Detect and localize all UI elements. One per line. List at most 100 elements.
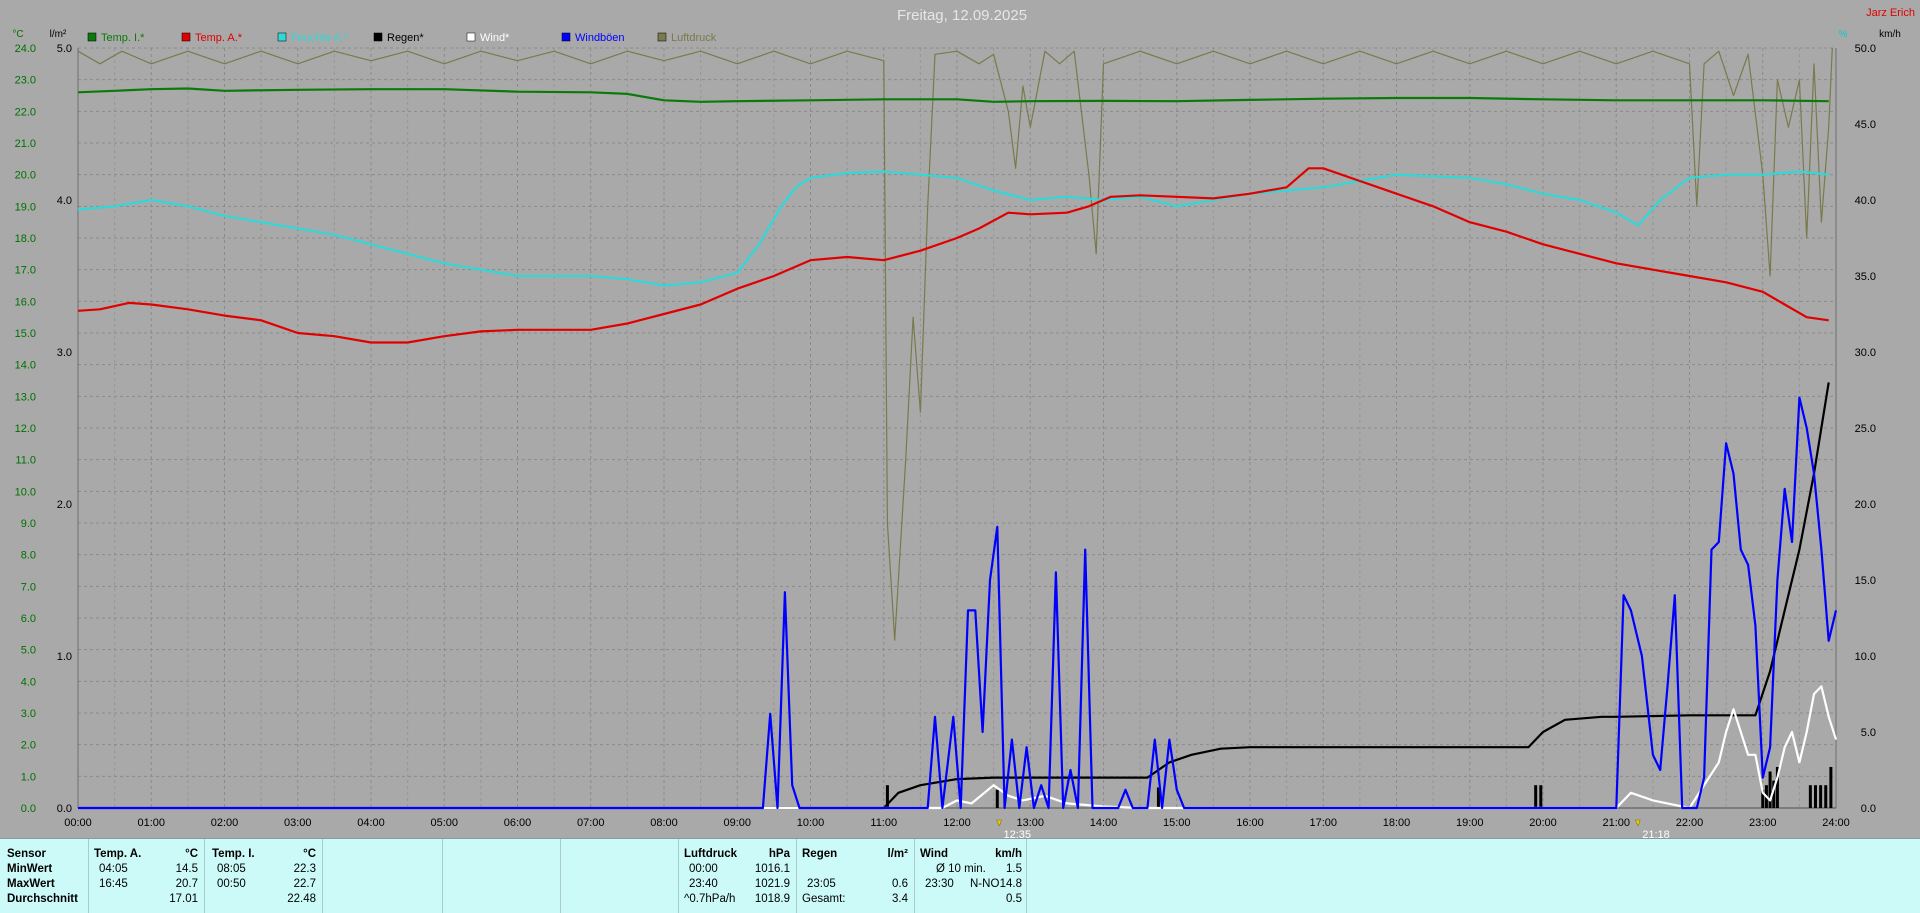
temp-tick-label: 22.0 [15, 106, 36, 118]
stats-wind-avg10: 1.5 [1006, 863, 1022, 875]
legend-swatch [466, 32, 476, 42]
author-label: Jarz Erich [1866, 7, 1915, 19]
marker-label: 21:18 [1642, 829, 1670, 838]
stats-col-temp-outside: Temp. A. °C 04:05 14.5 16:45 20.7 17.01 [88, 839, 205, 913]
legend-swatch [657, 32, 667, 42]
stats-rain-max-time: 23:05 [807, 878, 836, 890]
humidity-axis-unit: % [1839, 29, 1848, 40]
stats-pressure-max-time: 23:40 [689, 878, 718, 890]
x-tick-label: 17:00 [1309, 817, 1337, 829]
stats-pressure-min: 1016.1 [754, 863, 790, 875]
legend-swatch [87, 32, 97, 42]
wind-tick-label: 30.0 [1855, 347, 1876, 359]
rain-bar [1539, 785, 1543, 808]
legend-label: Temp. A.* [195, 32, 243, 44]
x-tick-label: 10:00 [797, 817, 825, 829]
wind-tick-label: 40.0 [1855, 195, 1876, 207]
stats-rain-header: Regen [802, 848, 838, 860]
x-tick-label: 01:00 [137, 817, 165, 829]
stats-panel: Sensor MinWert MaxWert Durchschnitt Temp… [0, 838, 1920, 913]
temp-tick-label: 8.0 [21, 550, 36, 562]
legend-swatch [277, 32, 287, 42]
marker-label: 12:35 [1003, 829, 1031, 838]
stats-temp-inside-min-time: 08:05 [217, 863, 246, 875]
stats-rain-total-label: Gesamt: [802, 893, 846, 905]
stats-pressure-header: Luftdruck [684, 848, 738, 860]
stats-temp-outside-avg: 17.01 [169, 893, 198, 905]
temp-tick-label: 9.0 [21, 518, 36, 530]
temp-tick-label: 5.0 [21, 645, 36, 657]
temp-tick-label: 16.0 [15, 296, 36, 308]
stats-wind-max: 14.8 [999, 878, 1022, 890]
x-tick-label: 02:00 [211, 817, 239, 829]
temp-tick-label: 1.0 [21, 771, 36, 783]
x-tick-label: 15:00 [1163, 817, 1191, 829]
wind-tick-label: 50.0 [1855, 43, 1876, 55]
x-tick-label: 14:00 [1090, 817, 1118, 829]
temp-tick-label: 13.0 [15, 391, 36, 403]
temp-tick-label: 17.0 [15, 265, 36, 277]
legend-label: Windböen [575, 32, 625, 44]
x-tick-label: 22:00 [1676, 817, 1704, 829]
wind-tick-label: 45.0 [1855, 119, 1876, 131]
x-tick-label: 03:00 [284, 817, 312, 829]
stats-row-min: MinWert [7, 863, 53, 875]
rain-bar [1824, 785, 1828, 808]
stats-row-avg: Durchschnitt [7, 893, 78, 905]
stats-temp-inside-max-time: 00:50 [217, 878, 246, 890]
legend-label: Wind* [480, 32, 510, 44]
stats-temp-outside-unit: °C [185, 848, 198, 860]
x-tick-label: 24:00 [1822, 817, 1850, 829]
x-tick-label: 07:00 [577, 817, 605, 829]
x-tick-label: 00:00 [64, 817, 92, 829]
chart-title: Freitag, 12.09.2025 [897, 7, 1027, 24]
x-tick-label: 18:00 [1383, 817, 1411, 829]
wind-axis-unit: km/h [1879, 29, 1901, 40]
stats-rain-unit: l/m² [887, 848, 908, 860]
x-tick-label: 05:00 [430, 817, 458, 829]
stats-wind-max-time: 23:30 [925, 878, 954, 890]
temp-axis-unit: °C [12, 29, 23, 40]
stats-temp-inside-header: Temp. I. [212, 848, 255, 860]
stats-temp-outside-max-time: 16:45 [99, 878, 128, 890]
stats-wind-unit: km/h [995, 848, 1022, 860]
stats-wind-header: Wind [920, 848, 948, 860]
temp-tick-label: 10.0 [15, 486, 36, 498]
weather-chart: Freitag, 12.09.2025 Jarz Erich °C l/m² %… [12, 7, 1915, 838]
x-tick-label: 08:00 [650, 817, 678, 829]
rain-bar [1534, 785, 1538, 808]
stats-pressure-avg: 1018.9 [754, 893, 790, 905]
wind-tick-label: 35.0 [1855, 271, 1876, 283]
rain-bar [1768, 771, 1772, 808]
wind-tick-label: 20.0 [1855, 499, 1876, 511]
stats-wind-max-dir: N-NO [970, 878, 1000, 890]
x-tick-label: 09:00 [723, 817, 751, 829]
stats-rain-total: 3.4 [892, 893, 908, 905]
stats-temp-inside-min: 22.3 [293, 863, 316, 875]
x-tick-label: 21:00 [1602, 817, 1630, 829]
stats-sensor-header: Sensor [7, 848, 46, 860]
legend-label: Feuchte A.* [291, 32, 349, 44]
legend-label: Luftdruck [671, 32, 717, 44]
rain-bar [1813, 785, 1817, 808]
x-tick-label: 23:00 [1749, 817, 1777, 829]
temp-tick-label: 18.0 [15, 233, 36, 245]
rain-tick-label: 4.0 [57, 195, 72, 207]
rain-tick-label: 3.0 [57, 347, 72, 359]
temp-tick-label: 7.0 [21, 581, 36, 593]
rain-tick-label: 5.0 [57, 43, 72, 55]
legend-swatch [373, 32, 383, 42]
stats-temp-outside-min: 14.5 [175, 863, 198, 875]
stats-row-max: MaxWert [7, 878, 55, 890]
stats-temp-outside-max: 20.7 [175, 878, 198, 890]
stats-wind-avg10-label: Ø 10 min. [936, 863, 986, 875]
wind-tick-label: 25.0 [1855, 423, 1876, 435]
temp-tick-label: 14.0 [15, 360, 36, 372]
wind-tick-label: 0.0 [1861, 803, 1876, 815]
legend-label: Temp. I.* [101, 32, 145, 44]
stats-pressure-unit: hPa [768, 848, 790, 860]
stats-col-temp-inside: Temp. I. °C 08:05 22.3 00:50 22.7 22.48 [204, 839, 323, 913]
temp-tick-label: 21.0 [15, 138, 36, 150]
temp-tick-label: 19.0 [15, 201, 36, 213]
chart-grid [77, 47, 1837, 809]
